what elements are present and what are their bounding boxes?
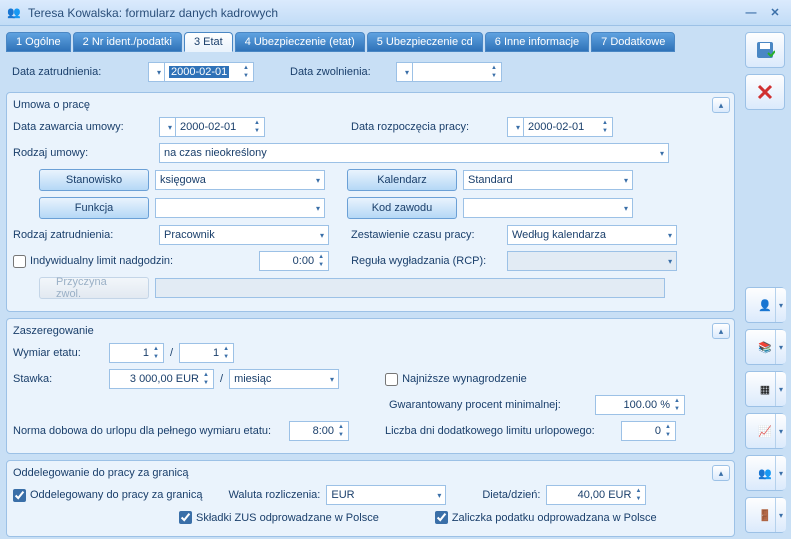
najnizsze-checkbox[interactable]: Najniższe wynagrodzenie [385, 373, 527, 386]
tab-ogolne[interactable]: 1 Ogólne [6, 32, 71, 52]
gwarant-label: Gwarantowany procent minimalnej: [389, 399, 589, 411]
regula-combo: ▾ [507, 251, 677, 271]
action-5-button[interactable]: 👥 [745, 455, 785, 491]
tab-nr-ident[interactable]: 2 Nr ident./podatki [73, 32, 182, 52]
collapse-zasz[interactable]: ▴ [712, 323, 730, 339]
action-2-button[interactable]: 📚 [745, 329, 785, 365]
window-title: Teresa Kowalska: formularz danych kadrow… [28, 6, 737, 20]
data-zatrudnienia-field[interactable]: ▾ 2000-02-01▲▼ [148, 62, 254, 82]
stanowisko-button[interactable]: Stanowisko [39, 169, 149, 191]
slash-label: / [170, 347, 173, 359]
cancel-button[interactable] [745, 74, 785, 110]
data-zawarcia-field[interactable]: ▾ 2000-02-01▲▼ [159, 117, 265, 137]
collapse-oddel[interactable]: ▴ [712, 465, 730, 481]
titlebar: 👥 Teresa Kowalska: formularz danych kadr… [0, 0, 791, 26]
exit-icon: 🚪 [758, 509, 772, 522]
kod-zawodu-combo[interactable]: ▾ [463, 198, 633, 218]
stawka-spinner[interactable]: 3 000,00 EUR▲▼ [109, 369, 214, 389]
zestawienie-label: Zestawienie czasu pracy: [351, 229, 501, 241]
dieta-spinner[interactable]: 40,00 EUR▲▼ [546, 485, 646, 505]
section-oddelegowanie: Oddelegowanie do pracy za granicą ▴ Odde… [6, 460, 735, 537]
data-zwolnienia-field[interactable]: ▾ ▲▼ [396, 62, 502, 82]
people-icon: 👥 [758, 467, 772, 480]
funkcja-combo[interactable]: ▾ [155, 198, 325, 218]
indyw-limit-spinner[interactable]: 0:00▲▼ [259, 251, 329, 271]
tab-bar: 1 Ogólne 2 Nr ident./podatki 3 Etat 4 Ub… [6, 32, 735, 52]
slash2-label: / [220, 373, 223, 385]
tab-inne-informacje[interactable]: 6 Inne informacje [485, 32, 589, 52]
stawka-per-combo[interactable]: miesiąc▾ [229, 369, 339, 389]
collapse-umowa[interactable]: ▴ [712, 97, 730, 113]
oddelegowany-checkbox[interactable]: Oddelegowany do pracy za granicą [13, 489, 202, 502]
norma-label: Norma dobowa do urlopu dla pełnego wymia… [13, 425, 283, 437]
save-button[interactable] [745, 32, 785, 68]
data-rozpoczecia-label: Data rozpoczęcia pracy: [351, 121, 501, 133]
indyw-limit-checkbox[interactable]: Indywidualny limit nadgodzin: [13, 255, 173, 268]
regula-label: Reguła wygładzania (RCP): [351, 255, 501, 267]
tab-etat[interactable]: 3 Etat [184, 32, 233, 52]
data-zwolnienia-label: Data zwolnienia: [290, 66, 390, 78]
grid-icon: ▦ [760, 383, 770, 396]
wymiar-label: Wymiar etatu: [13, 347, 103, 359]
app-icon: 👥 [6, 5, 22, 21]
gwarant-spinner[interactable]: 100.00 %▲▼ [595, 395, 685, 415]
rodzaj-zatrudnienia-combo[interactable]: Pracownik▾ [159, 225, 329, 245]
przyczyna-zwol-button: Przyczyna zwol. [39, 277, 149, 299]
wymiar-den-spinner[interactable]: 1▲▼ [179, 343, 234, 363]
tab-ubezpieczenie-cd[interactable]: 5 Ubezpieczenie cd [367, 32, 483, 52]
norma-spinner[interactable]: 8:00▲▼ [289, 421, 349, 441]
dieta-label: Dieta/dzień: [482, 489, 540, 501]
wymiar-num-spinner[interactable]: 1▲▼ [109, 343, 164, 363]
section-umowa-title: Umowa o pracę [13, 99, 728, 111]
funkcja-button[interactable]: Funkcja [39, 197, 149, 219]
stawka-label: Stawka: [13, 373, 103, 385]
kod-zawodu-button[interactable]: Kod zawodu [347, 197, 457, 219]
stanowisko-combo[interactable]: księgowa▾ [155, 170, 325, 190]
kalendarz-combo[interactable]: Standard▾ [463, 170, 633, 190]
skladki-checkbox[interactable]: Składki ZUS odprowadzane w Polsce [179, 511, 379, 524]
action-3-button[interactable]: ▦ [745, 371, 785, 407]
close-button[interactable]: ✕ [765, 4, 785, 22]
tab-dodatkowe[interactable]: 7 Dodatkowe [591, 32, 675, 52]
waluta-combo[interactable]: EUR▾ [326, 485, 446, 505]
przyczyna-zwol-input [155, 278, 665, 298]
zestawienie-combo[interactable]: Według kalendarza▾ [507, 225, 677, 245]
data-zatrudnienia-label: Data zatrudnienia: [12, 66, 142, 78]
data-rozpoczecia-field[interactable]: ▾ 2000-02-01▲▼ [507, 117, 613, 137]
section-zaszeregowanie: Zaszeregowanie ▴ Wymiar etatu: 1▲▼ / 1▲▼… [6, 318, 735, 454]
books-icon: 📚 [758, 341, 772, 354]
chart-icon: 📈 [758, 425, 772, 438]
kalendarz-button[interactable]: Kalendarz [347, 169, 457, 191]
action-6-button[interactable]: 🚪 [745, 497, 785, 533]
action-4-button[interactable]: 📈 [745, 413, 785, 449]
rodzaj-umowy-label: Rodzaj umowy: [13, 147, 153, 159]
zaliczka-checkbox[interactable]: Zaliczka podatku odprowadzana w Polsce [435, 511, 657, 524]
data-zawarcia-label: Data zawarcia umowy: [13, 121, 153, 133]
side-panel: 👤 📚 ▦ 📈 👥 🚪 [741, 26, 791, 539]
liczba-dni-label: Liczba dni dodatkowego limitu urlopowego… [385, 425, 615, 437]
minimize-button[interactable]: — [741, 4, 761, 22]
rodzaj-zatrudnienia-label: Rodzaj zatrudnienia: [13, 229, 153, 241]
section-umowa: Umowa o pracę ▴ Data zawarcia umowy: ▾ 2… [6, 92, 735, 312]
tab-ubezpieczenie-etat[interactable]: 4 Ubezpieczenie (etat) [235, 32, 365, 52]
action-1-button[interactable]: 👤 [745, 287, 785, 323]
rodzaj-umowy-combo[interactable]: na czas nieokreślony▾ [159, 143, 669, 163]
section-zasz-title: Zaszeregowanie [13, 325, 728, 337]
person-icon: 👤 [758, 299, 772, 312]
waluta-label: Waluta rozliczenia: [228, 489, 320, 501]
liczba-dni-spinner[interactable]: 0▲▼ [621, 421, 676, 441]
section-oddel-title: Oddelegowanie do pracy za granicą [13, 467, 728, 479]
